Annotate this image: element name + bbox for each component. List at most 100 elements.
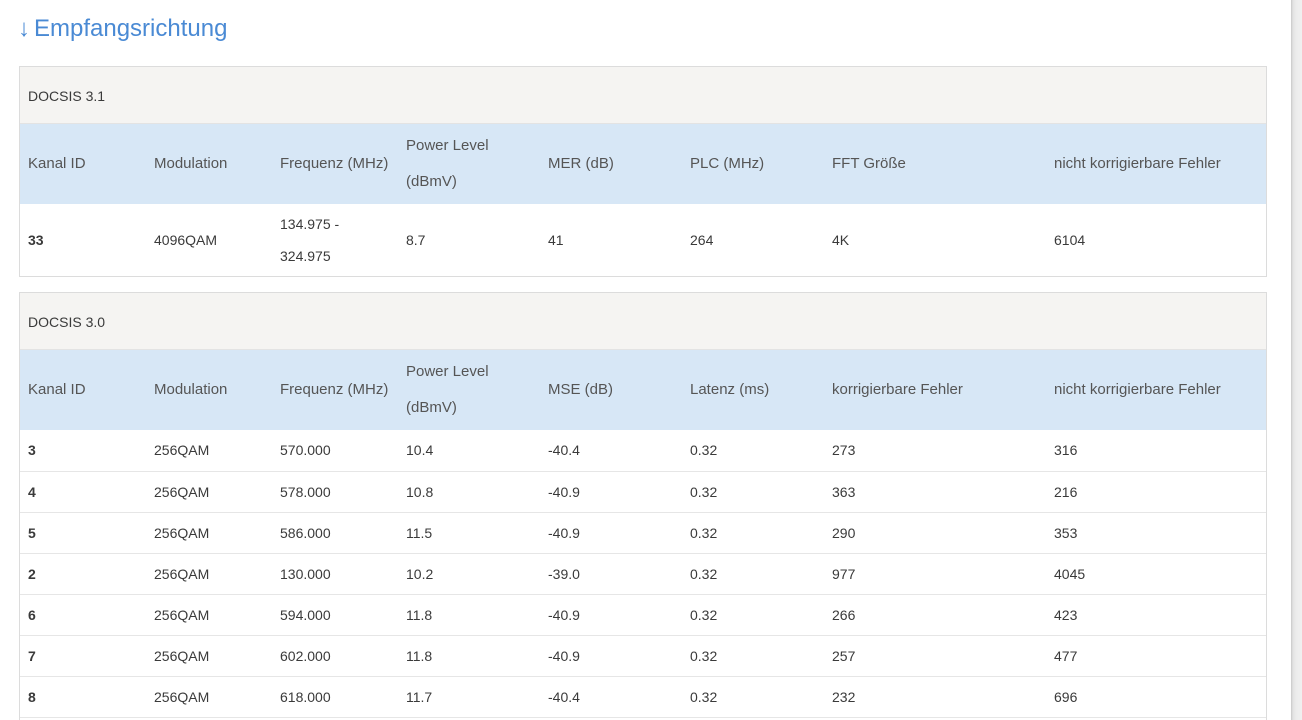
table-cell: 0.32	[690, 524, 718, 541]
table-cell: 266	[832, 606, 856, 623]
column-header: Frequenz (MHz)	[280, 381, 389, 398]
table-cell: 0.32	[690, 442, 718, 459]
section-title: Empfangsrichtung	[34, 15, 228, 42]
column-header: korrigierbare Fehler	[832, 381, 963, 398]
table-cell: 256QAM	[154, 565, 210, 582]
docsis31-panel: DOCSIS 3.1 Kanal ID Modulation Frequenz (M…	[19, 66, 1267, 277]
docsis30-table: Kanal ID Modulation Frequenz (MHz) Power Le…	[20, 350, 1266, 718]
table-cell: 0.32	[690, 606, 718, 623]
column-header: Modulation	[154, 381, 228, 398]
table-row: 4 256QAM 578.000 10.8 -40.9 0.32 363 216	[20, 471, 1266, 512]
docsis31-table: Kanal ID Modulation Frequenz (MHz) Power Le…	[20, 124, 1266, 276]
column-header: Power Level (dBmV)	[406, 363, 489, 416]
table-cell: 578.000	[280, 483, 331, 500]
column-header: Modulation	[154, 155, 228, 172]
column-header: FFT Größe	[832, 155, 906, 172]
table-cell: 4045	[1054, 565, 1086, 582]
column-header: PLC (MHz)	[690, 155, 765, 172]
docsis31-title: DOCSIS 3.1	[20, 67, 1266, 124]
table-cell: 570.000	[280, 442, 331, 459]
table-header-row: Kanal ID Modulation Frequenz (MHz) Power Le…	[20, 350, 1266, 430]
table-cell: 10.4	[406, 442, 434, 459]
table-cell: 477	[1054, 647, 1078, 664]
table-cell: 11.7	[406, 688, 433, 705]
table-cell: 256QAM	[154, 647, 210, 664]
table-cell: 256QAM	[154, 606, 210, 623]
table-cell: 0.32	[690, 565, 718, 582]
down-arrow-icon: ↓	[18, 15, 30, 42]
table-cell: 696	[1054, 688, 1078, 705]
table-cell: 7	[28, 647, 36, 664]
table-cell: 8.7	[406, 232, 426, 248]
table-cell: 11.8	[406, 606, 433, 623]
table-cell: 4K	[832, 232, 850, 248]
table-cell: 618.000	[280, 688, 331, 705]
table-cell: -40.9	[548, 606, 580, 623]
table-cell: 290	[832, 524, 856, 541]
table-cell: 0.32	[690, 688, 718, 705]
table-cell: 423	[1054, 606, 1078, 623]
column-header: Frequenz (MHz)	[280, 155, 389, 172]
window-edge	[1291, 0, 1302, 720]
section-heading: ↓ Empfangsrichtung	[18, 14, 227, 44]
column-header: Power Level (dBmV)	[406, 137, 489, 190]
table-cell: 41	[548, 232, 564, 248]
table-cell: 216	[1054, 483, 1078, 500]
table-row: 8 256QAM 618.000 11.7 -40.4 0.32 232 696	[20, 676, 1266, 717]
table-cell: 264	[690, 232, 714, 248]
column-header: MER (dB)	[548, 155, 614, 172]
table-cell: 5	[28, 524, 36, 541]
table-cell: 602.000	[280, 647, 331, 664]
column-header: Kanal ID	[28, 381, 86, 398]
table-header-row: Kanal ID Modulation Frequenz (MHz) Power Le…	[20, 124, 1266, 204]
table-cell: 256QAM	[154, 524, 210, 541]
table-cell: 6	[28, 606, 36, 623]
table-cell: 11.5	[406, 524, 433, 541]
table-row: 33 4096QAM 134.975 - 324.975 8.7 41 264 4K 6104	[20, 204, 1266, 276]
table-cell: 594.000	[280, 606, 331, 623]
table-cell: 33	[28, 232, 44, 248]
table-cell: 8	[28, 688, 36, 705]
table-row: 7 256QAM 602.000 11.8 -40.9 0.32 257 477	[20, 635, 1266, 676]
table-cell: 2	[28, 565, 36, 582]
table-cell: 10.2	[406, 565, 434, 582]
table-cell: 4096QAM	[154, 232, 218, 248]
table-cell: -39.0	[548, 565, 580, 582]
table-cell: 10.8	[406, 483, 434, 500]
table-cell: 353	[1054, 524, 1078, 541]
column-header: Kanal ID	[28, 155, 86, 172]
table-cell: -40.4	[548, 442, 580, 459]
table-cell: 4	[28, 483, 36, 500]
table-cell: 130.000	[280, 565, 331, 582]
table-cell: -40.9	[548, 524, 580, 541]
table-cell: 134.975 - 324.975	[280, 216, 340, 264]
table-row: 6 256QAM 594.000 11.8 -40.9 0.32 266 423	[20, 594, 1266, 635]
column-header: nicht korrigierbare Fehler	[1054, 155, 1221, 172]
table-row: 2 256QAM 130.000 10.2 -39.0 0.32 977 4045	[20, 553, 1266, 594]
docsis30-panel: DOCSIS 3.0 Kanal ID Modulation Frequenz (M…	[19, 292, 1267, 720]
page: ↓ Empfangsrichtung DOCSIS 3.1 Kanal ID Mod…	[0, 0, 1291, 720]
table-row: 5 256QAM 586.000 11.5 -40.9 0.32 290 353	[20, 512, 1266, 553]
docsis30-title: DOCSIS 3.0	[20, 293, 1266, 350]
table-cell: 256QAM	[154, 483, 210, 500]
table-cell: 3	[28, 442, 36, 459]
table-cell: 257	[832, 647, 856, 664]
table-cell: 363	[832, 483, 856, 500]
table-cell: 6104	[1054, 232, 1086, 248]
table-cell: 256QAM	[154, 442, 210, 459]
table-cell: 0.32	[690, 647, 718, 664]
table-cell: 586.000	[280, 524, 331, 541]
column-header: MSE (dB)	[548, 381, 614, 398]
table-cell: 0.32	[690, 483, 718, 500]
table-cell: -40.9	[548, 483, 580, 500]
column-header: Latenz (ms)	[690, 381, 770, 398]
table-cell: 232	[832, 688, 856, 705]
table-cell: 273	[832, 442, 856, 459]
table-cell: 977	[832, 565, 856, 582]
table-row: 3 256QAM 570.000 10.4 -40.4 0.32 273 316	[20, 430, 1266, 471]
table-cell: 316	[1054, 442, 1078, 459]
table-cell: -40.4	[548, 688, 580, 705]
table-cell: 11.8	[406, 647, 433, 664]
table-cell: 256QAM	[154, 688, 210, 705]
column-header: nicht korrigierbare Fehler	[1054, 381, 1221, 398]
